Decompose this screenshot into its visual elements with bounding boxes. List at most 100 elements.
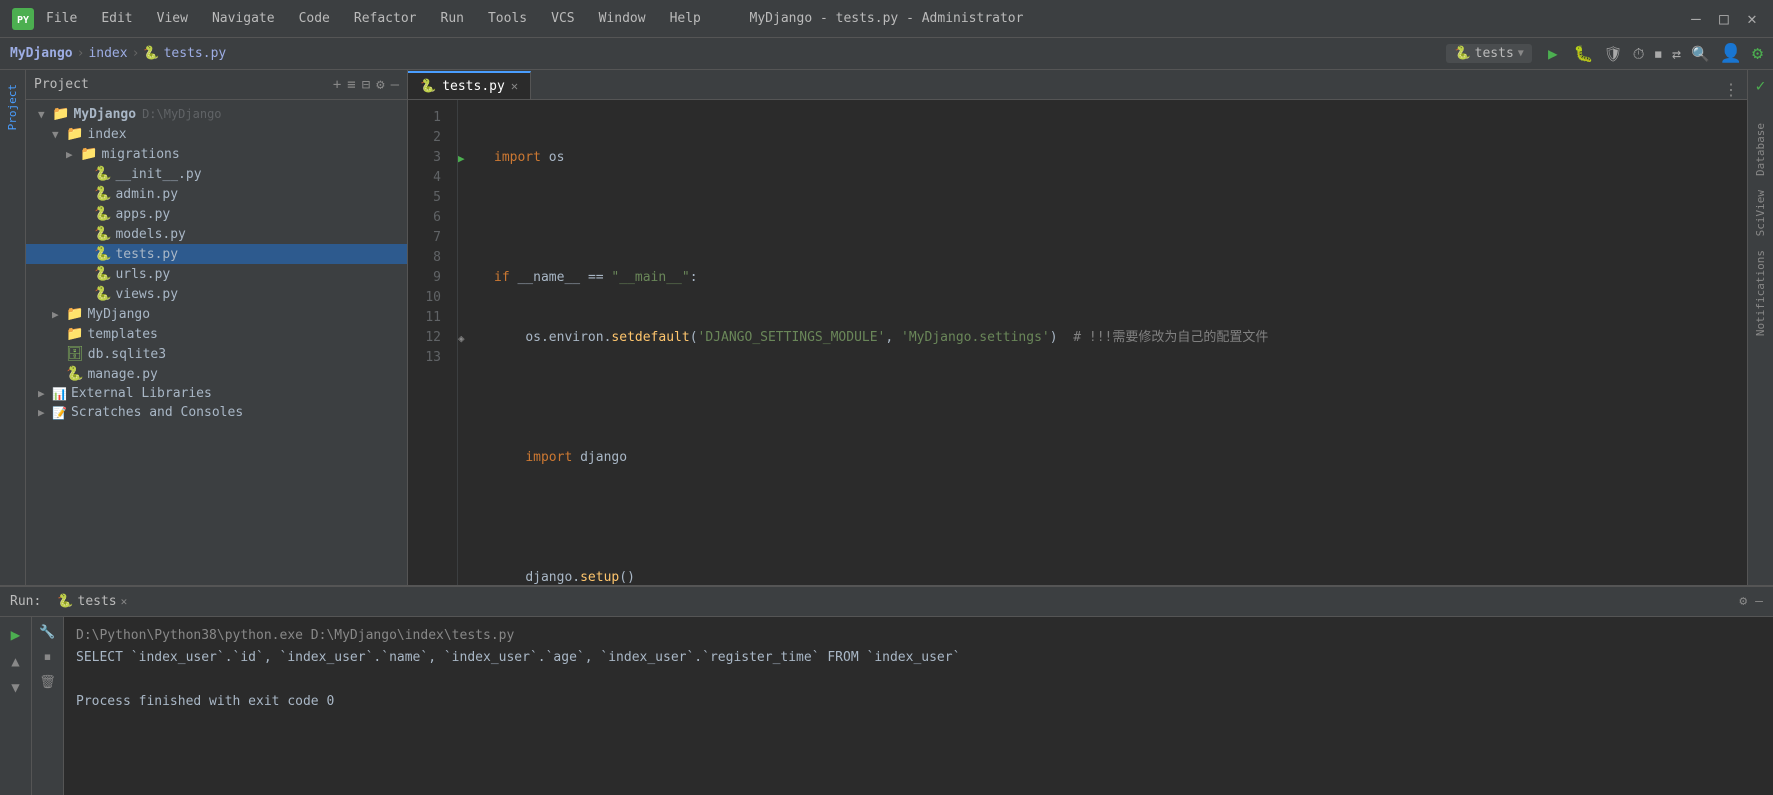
breadcrumb-index[interactable]: index — [88, 46, 127, 61]
search-button[interactable]: 🔍 — [1691, 45, 1710, 63]
code-editor[interactable]: 1 2 3 4 5 6 7 8 9 10 11 12 13 ▶ — [408, 100, 1747, 585]
panel-title: Project — [34, 77, 327, 92]
list-icon[interactable]: ≡ — [347, 77, 355, 93]
breadcrumb-file[interactable]: 🐍 tests.py — [143, 46, 226, 61]
right-tab-sciview[interactable]: SciView — [1754, 190, 1767, 236]
run-tab-tests[interactable]: 🐍 tests ✕ — [49, 590, 135, 613]
menu-tools[interactable]: Tools — [484, 9, 531, 28]
run-config-icon: 🐍 — [1454, 46, 1470, 61]
gutter-10 — [458, 288, 478, 308]
tree-item-extlibs[interactable]: ▶ 📊 External Libraries — [26, 384, 407, 403]
tree-label-mydjango: MyDjango — [73, 107, 136, 122]
right-tab-notifications[interactable]: Notifications — [1754, 250, 1767, 336]
tree-path: D:\MyDjango — [142, 107, 221, 121]
menu-refactor[interactable]: Refactor — [350, 9, 421, 28]
expand-arrow: ▶ — [38, 387, 52, 400]
tree-item-models[interactable]: ▶ 🐍 models.py — [26, 224, 407, 244]
run-minimize-icon[interactable]: — — [1755, 594, 1763, 609]
tab-label: tests.py — [442, 79, 505, 94]
run-content: ▶ ▲ ▼ 🔧 ⏹ 🗑 D:\Python\Python38\python.ex… — [0, 617, 1773, 795]
menu-code[interactable]: Code — [295, 9, 334, 28]
output-line-4: Process finished with exit code 0 — [76, 691, 1761, 713]
line-num-7: 7 — [408, 228, 447, 248]
stop-button[interactable]: ⏹ — [1655, 45, 1663, 63]
maximize-button[interactable]: □ — [1715, 10, 1733, 28]
panel-header: Project + ≡ ⊟ ⚙ — — [26, 70, 407, 100]
tree-item-admin[interactable]: ▶ 🐍 admin.py — [26, 184, 407, 204]
menu-file[interactable]: File — [42, 9, 81, 28]
run-play-icon[interactable]: ▶ — [11, 625, 21, 644]
gutter-1 — [458, 108, 478, 128]
menu-edit[interactable]: Edit — [97, 9, 136, 28]
run-button[interactable]: ▶ — [1542, 43, 1564, 65]
tree-item-scratches[interactable]: ▶ 📝 Scratches and Consoles — [26, 403, 407, 422]
debug-button[interactable]: 🐛 — [1574, 44, 1594, 63]
tree-item-migrations[interactable]: ▶ 📁 migrations — [26, 144, 407, 164]
tree-item-views[interactable]: ▶ 🐍 views.py — [26, 284, 407, 304]
run-config-selector[interactable]: 🐍 tests ▼ — [1446, 44, 1531, 63]
editor-menu-icon[interactable]: ⋮ — [1723, 80, 1739, 99]
tree-item-templates[interactable]: ▶ 📁 templates — [26, 324, 407, 344]
run-scroll-down-icon[interactable]: ▼ — [11, 680, 19, 696]
code-line-4: os.environ.setdefault('DJANGO_SETTINGS_M… — [494, 328, 1747, 348]
code-line-3: if __name__ == "__main__": — [494, 268, 1747, 288]
code-content[interactable]: import os if __name__ == "__main__": os.… — [478, 100, 1747, 585]
py-file-icon: 🐍 — [66, 366, 83, 382]
collapse-icon[interactable]: ⊟ — [362, 77, 370, 93]
menu-vcs[interactable]: VCS — [547, 9, 578, 28]
menu-window[interactable]: Window — [595, 9, 650, 28]
tree-item-tests[interactable]: ▶ 🐍 tests.py — [26, 244, 407, 264]
tree-item-mydjango2[interactable]: ▶ 📁 MyDjango — [26, 304, 407, 324]
menu-view[interactable]: View — [153, 9, 192, 28]
menu-navigate[interactable]: Navigate — [208, 9, 279, 28]
wrench-icon[interactable]: 🔧 — [39, 625, 55, 640]
run-scroll-up-icon[interactable]: ▲ — [11, 654, 19, 670]
indent8 — [494, 568, 525, 585]
line-num-2: 2 — [408, 128, 447, 148]
menu-bar: File Edit View Navigate Code Refactor Ru… — [42, 9, 705, 28]
right-tab-database[interactable]: Database — [1754, 123, 1767, 176]
tree-item-db[interactable]: ▶ 🗄 db.sqlite3 — [26, 344, 407, 364]
db-file-icon: 🗄 — [66, 346, 84, 362]
folder-icon: 📁 — [66, 306, 83, 322]
tree-label-migrations: migrations — [101, 147, 179, 162]
project-panel: Project + ≡ ⊟ ⚙ — ▼ 📁 MyDjango D:\MyDjan… — [26, 70, 408, 585]
right-sidebar-tabs: Database SciView Notifications — [1754, 123, 1767, 336]
gear-icon[interactable]: ⚙ — [376, 77, 384, 93]
settings-icon[interactable]: ⚙ — [1752, 43, 1763, 64]
gutter-4 — [458, 168, 478, 188]
user-icon[interactable]: 👤 — [1720, 43, 1742, 64]
line-num-10: 10 — [408, 288, 447, 308]
gutter-3[interactable]: ▶ — [458, 148, 478, 168]
scratches-icon: 📝 — [52, 406, 67, 420]
add-icon[interactable]: + — [333, 77, 341, 93]
stop2-icon[interactable]: ⏹ — [44, 650, 51, 665]
trash-icon[interactable]: 🗑 — [39, 675, 56, 690]
tree-item-init[interactable]: ▶ 🐍 __init__.py — [26, 164, 407, 184]
coverage-button[interactable]: 🛡 — [1604, 45, 1623, 63]
tab-close-icon[interactable]: ✕ — [511, 79, 518, 93]
gutter-9 — [458, 268, 478, 288]
menu-run[interactable]: Run — [437, 9, 468, 28]
tree-item-apps[interactable]: ▶ 🐍 apps.py — [26, 204, 407, 224]
menu-help[interactable]: Help — [666, 9, 705, 28]
tree-item-urls[interactable]: ▶ 🐍 urls.py — [26, 264, 407, 284]
dot1: . — [541, 328, 549, 348]
breadcrumb-project[interactable]: MyDjango — [10, 46, 73, 61]
line-num-1: 1 — [408, 108, 447, 128]
close-button[interactable]: ✕ — [1743, 10, 1761, 28]
translate-button[interactable]: ⇄ — [1672, 45, 1681, 63]
py-file-icon: 🐍 — [94, 286, 111, 302]
tree-item-index[interactable]: ▼ 📁 index — [26, 124, 407, 144]
profile-button[interactable]: ⏱ — [1633, 45, 1645, 63]
tree-item-manage[interactable]: ▶ 🐍 manage.py — [26, 364, 407, 384]
project-tab[interactable]: Project — [2, 74, 23, 140]
tree-label-extlibs: External Libraries — [71, 386, 212, 401]
editor-tab-tests[interactable]: 🐍 tests.py ✕ — [408, 71, 531, 99]
run-tab-close-icon[interactable]: ✕ — [121, 595, 128, 608]
run-settings-icon[interactable]: ⚙ — [1739, 594, 1747, 609]
line-num-11: 11 — [408, 308, 447, 328]
tree-item-mydjango[interactable]: ▼ 📁 MyDjango D:\MyDjango — [26, 104, 407, 124]
minimize-button[interactable]: — — [1687, 10, 1705, 28]
minimize-panel-icon[interactable]: — — [391, 77, 399, 93]
